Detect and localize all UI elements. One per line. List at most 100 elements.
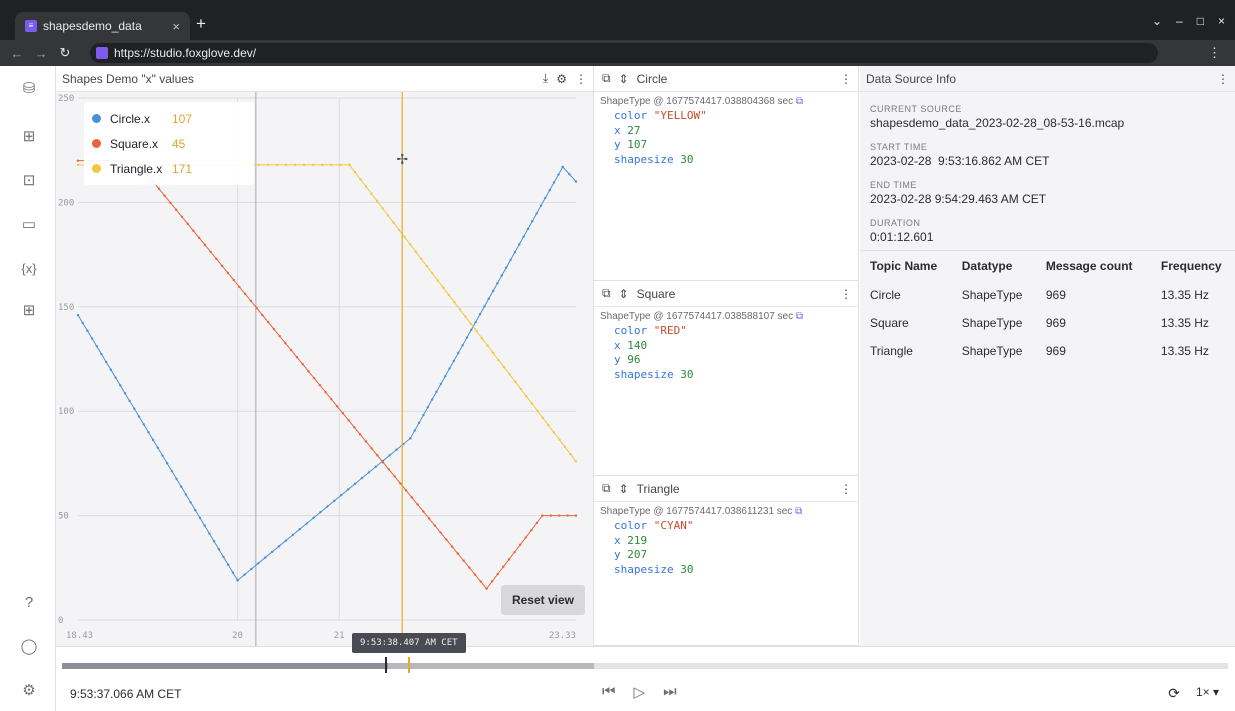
message-body: color "YELLOW" x 27 y 107 shapesize 30 — [594, 109, 858, 167]
copy-icon[interactable]: ⧉ — [795, 506, 802, 517]
close-window-button[interactable]: × — [1218, 14, 1225, 28]
data-point — [395, 448, 398, 451]
forward-icon[interactable]: → — [34, 46, 48, 61]
data-point — [293, 163, 297, 167]
data-point — [502, 366, 506, 369]
seek-forward-icon[interactable]: ⏭ — [663, 683, 677, 701]
collapse-icon[interactable]: ⇕ — [619, 482, 629, 496]
data-point — [137, 415, 141, 418]
data-point — [186, 222, 189, 225]
playhead-marker[interactable] — [385, 657, 387, 673]
info-panel-title: Data Source Info — [866, 71, 957, 86]
data-point — [370, 192, 373, 195]
data-source-icon[interactable]: ⛁ — [20, 80, 38, 98]
back-icon[interactable]: ← — [10, 46, 24, 61]
help-icon[interactable]: ? — [20, 594, 38, 612]
play-icon[interactable]: ▷ — [634, 683, 646, 701]
data-point — [203, 243, 207, 247]
message-body: color "CYAN" x 219 y 207 shapesize 30 — [594, 519, 858, 577]
copy-icon[interactable]: ⧉ — [602, 286, 611, 301]
layout-icon[interactable]: ⊞ — [20, 128, 38, 146]
copy-icon[interactable]: ⧉ — [796, 96, 803, 107]
data-point — [541, 514, 544, 517]
data-point — [208, 532, 211, 535]
end-time-value: 2023-02-28 9:54:29.463 AM CET — [870, 192, 1047, 206]
address-bar[interactable]: https://studio.foxglove.dev/ — [90, 43, 1158, 63]
panel-settings-icon[interactable]: ▭ — [20, 216, 38, 234]
data-point — [557, 173, 560, 176]
data-point — [324, 391, 327, 394]
data-point — [284, 341, 287, 345]
data-point — [161, 454, 164, 457]
data-point — [270, 550, 274, 554]
data-point — [157, 187, 161, 190]
playback-speed-select[interactable]: 1× ▾ — [1196, 685, 1219, 702]
y-tick-label: 0 — [58, 616, 63, 626]
data-point — [387, 468, 391, 471]
minimize-button[interactable]: – — [1176, 14, 1183, 28]
plot-area[interactable]: 250 200 150 100 50 0 18.43 20 21 23.33 ✢ Circle.x … — [56, 92, 593, 646]
download-icon[interactable]: ⤓ — [543, 71, 548, 86]
legend-value: 107 — [172, 111, 193, 126]
data-point — [341, 412, 345, 415]
variables-icon[interactable]: {x} — [20, 260, 38, 278]
current-source-label: CURRENT SOURCE — [870, 104, 962, 114]
tab-close-icon[interactable]: × — [172, 19, 180, 34]
collapse-icon[interactable]: ⇕ — [619, 287, 629, 301]
panel-menu-icon[interactable]: ⋮ — [840, 482, 852, 496]
data-point — [76, 163, 80, 167]
seek-backward-icon[interactable]: ⏮ — [602, 683, 616, 701]
data-point — [483, 305, 486, 308]
message-timestamp: ShapeType @ 1677574417.038804368 sec — [600, 96, 794, 107]
data-point — [462, 559, 465, 562]
data-point — [100, 352, 103, 356]
panel-menu-icon[interactable]: ⋮ — [575, 72, 587, 86]
data-point — [243, 573, 246, 576]
panel-menu-icon[interactable]: ⋮ — [840, 287, 852, 301]
data-point — [360, 476, 364, 480]
transport-controls: ⏮ ▷ ⏭ — [602, 683, 677, 701]
settings-icon[interactable]: ⚙ — [20, 682, 38, 700]
data-point — [475, 329, 478, 333]
browser-menu-icon[interactable]: ⋮ — [1208, 45, 1221, 61]
legend-item[interactable]: Triangle.x 171 — [92, 156, 246, 181]
account-icon[interactable]: ◯ — [20, 638, 38, 656]
browser-tab[interactable]: ≡ shapesdemo_data × — [15, 12, 190, 40]
data-point — [513, 380, 517, 383]
data-point — [388, 454, 391, 457]
data-point — [318, 383, 322, 387]
field-key: color — [614, 519, 648, 532]
tab-search-icon[interactable]: ⌄ — [1152, 14, 1162, 28]
legend-item[interactable]: Circle.x 107 — [92, 106, 246, 131]
message-body: color "RED" x 140 y 96 shapesize 30 — [594, 324, 858, 382]
new-tab-button[interactable]: + — [196, 14, 206, 34]
table-cell: 969 — [1045, 343, 1066, 358]
copy-icon[interactable]: ⧉ — [602, 71, 611, 86]
gear-icon[interactable]: ⚙ — [556, 72, 567, 86]
data-point — [479, 580, 483, 583]
copy-icon[interactable]: ⧉ — [602, 481, 611, 496]
data-point — [266, 163, 270, 167]
data-point — [189, 501, 192, 504]
copy-icon[interactable]: ⧉ — [796, 311, 803, 322]
data-point — [530, 529, 533, 532]
collapse-icon[interactable]: ⇕ — [619, 72, 629, 86]
data-point — [426, 406, 429, 409]
reset-view-button[interactable]: Reset view — [501, 585, 585, 615]
series-line — [78, 164, 577, 462]
add-panel-icon[interactable]: ⊡ — [20, 172, 38, 190]
panel-menu-icon[interactable]: ⋮ — [840, 72, 852, 86]
data-point — [353, 426, 356, 429]
data-point — [295, 355, 299, 359]
maximize-button[interactable]: □ — [1197, 14, 1204, 28]
data-point — [347, 419, 350, 422]
legend-item[interactable]: Square.x 45 — [92, 131, 246, 156]
data-point — [539, 204, 543, 207]
reload-icon[interactable]: ↻ — [58, 45, 72, 61]
data-point — [574, 514, 578, 517]
panel-menu-icon[interactable]: ⋮ — [1217, 72, 1229, 86]
extensions-icon[interactable]: ⊞ — [20, 302, 38, 320]
loop-icon[interactable]: ⟳ — [1168, 685, 1180, 702]
timeline-tooltip: 9:53:38.407 AM CET — [352, 633, 466, 653]
field-value: 96 — [627, 353, 641, 366]
